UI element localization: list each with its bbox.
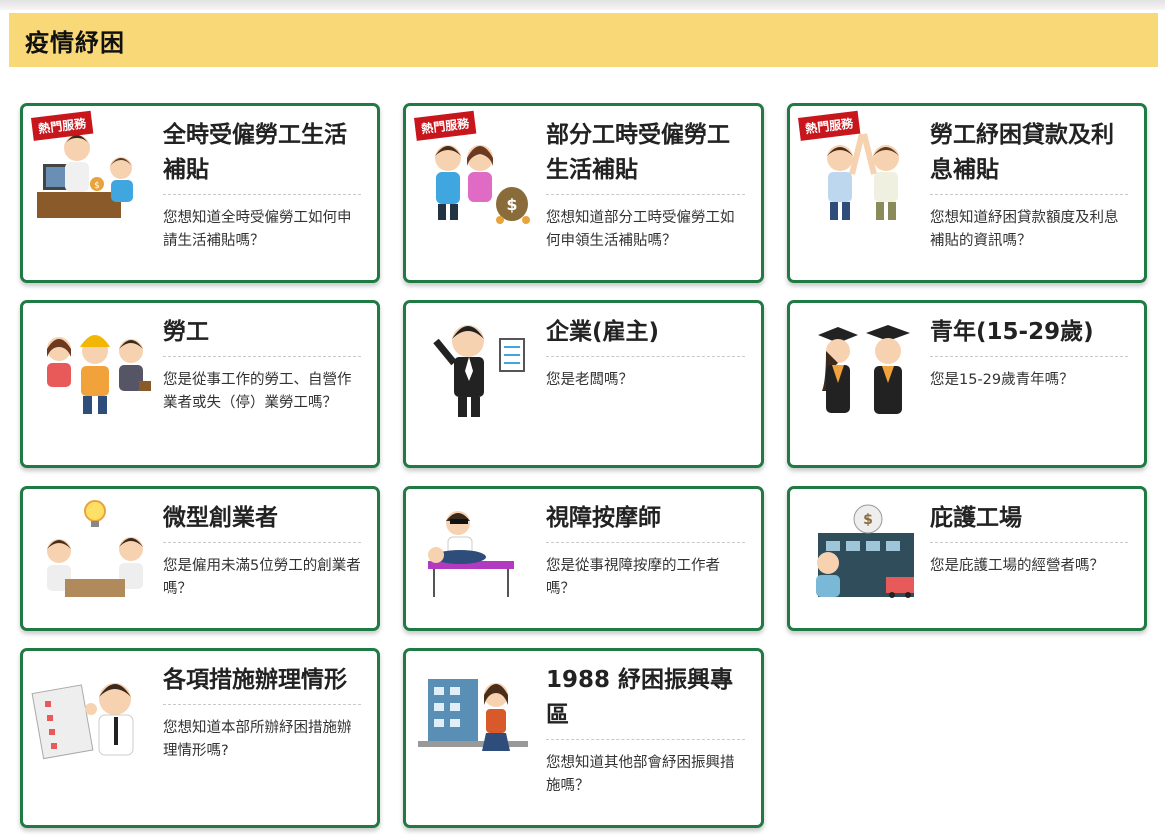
section-header: 疫情紓困 xyxy=(9,13,1158,67)
card-fulltime-worker-subsidy[interactable]: 熱門服務 $ 全時受僱勞工生活補貼 您想知道全時受僱勞工如何申請生活補貼嗎？ xyxy=(20,103,380,283)
card-description: 您是僱用未滿5位勞工的創業者嗎？ xyxy=(163,558,361,597)
card-description: 您是老闆嗎？ xyxy=(546,372,633,388)
card-description: 您是從事工作的勞工、自營作業者或失（停）業勞工嗎？ xyxy=(163,372,352,411)
card-relief-loan-interest-subsidy[interactable]: 熱門服務 勞工紓困貸款及利息補貼 您想知道紓困貸款額度及利息補貼的資訊嗎？ xyxy=(787,103,1147,283)
card-description: 您想知道全時受僱勞工如何申請生活補貼嗎？ xyxy=(163,210,352,249)
card-description: 您想知道部分工時受僱勞工如何申領生活補貼嗎？ xyxy=(546,210,735,249)
money-bag-icon: $ xyxy=(863,512,873,528)
checklist-illustration xyxy=(31,683,134,760)
massage-illustration xyxy=(428,511,514,597)
card-title: 庇護工場 xyxy=(930,501,1128,543)
card-youth[interactable]: 青年(15-29歲) 您是15-29歲青年嗎？ xyxy=(787,300,1147,468)
card-description: 您想知道其他部會紓困振興措施嗎？ xyxy=(546,755,735,794)
card-sheltered-workshop[interactable]: $ 庇護工場 您是庇護工場的經營者嗎？ xyxy=(787,486,1147,631)
card-description: 您是15-29歲青年嗎？ xyxy=(930,372,1074,388)
browser-top-edge xyxy=(0,0,1165,10)
card-1988-relief-zone[interactable]: 1988 紓困振興專區 您想知道其他部會紓困振興措施嗎？ xyxy=(403,648,764,828)
sheltered-workshop-illustration: $ xyxy=(816,504,914,598)
card-title: 微型創業者 xyxy=(163,501,361,543)
entrepreneurs-illustration xyxy=(47,500,143,597)
card-description: 您是庇護工場的經營者嗎？ xyxy=(930,558,1104,574)
card-measures-status[interactable]: 各項措施辦理情形 您想知道本部所辦紓困措施辦理情形嗎? xyxy=(20,648,380,828)
card-title: 青年(15-29歲) xyxy=(930,315,1128,357)
card-title: 各項措施辦理情形 xyxy=(163,663,361,705)
money-icon: $ xyxy=(94,181,100,191)
card-description: 您想知道紓困貸款額度及利息補貼的資訊嗎？ xyxy=(930,210,1119,249)
card-title: 勞工紓困貸款及利息補貼 xyxy=(930,118,1128,195)
card-employer[interactable]: 企業(雇主) 您是老闆嗎？ xyxy=(403,300,764,468)
card-title: 視障按摩師 xyxy=(546,501,745,543)
card-description: 您是從事視障按摩的工作者嗎？ xyxy=(546,558,720,597)
card-title: 部分工時受僱勞工生活補貼 xyxy=(546,118,745,195)
building-woman-illustration xyxy=(418,679,528,751)
card-description: 您想知道本部所辦紓困措施辦理情形嗎? xyxy=(163,720,352,759)
card-title: 企業(雇主) xyxy=(546,315,745,357)
card-worker[interactable]: 勞工 您是從事工作的勞工、自營作業者或失（停）業勞工嗎？ xyxy=(20,300,380,468)
page-title: 疫情紓困 xyxy=(25,28,125,57)
workers-group-illustration xyxy=(47,335,151,414)
card-title: 全時受僱勞工生活補貼 xyxy=(163,118,361,195)
card-title: 1988 紓困振興專區 xyxy=(546,663,745,740)
card-visually-impaired-masseur[interactable]: 視障按摩師 您是從事視障按摩的工作者嗎？ xyxy=(403,486,764,631)
businessman-illustration xyxy=(433,325,525,417)
card-title: 勞工 xyxy=(163,315,361,357)
card-micro-entrepreneur[interactable]: 微型創業者 您是僱用未滿5位勞工的創業者嗎？ xyxy=(20,486,380,631)
graduates-illustration xyxy=(818,325,910,414)
money-bag-icon: $ xyxy=(506,195,517,214)
card-parttime-worker-subsidy[interactable]: 熱門服務 $ 部分工時受僱勞工生活補貼 您想知道部分工時受僱勞工如何申領生活補貼… xyxy=(403,103,764,283)
